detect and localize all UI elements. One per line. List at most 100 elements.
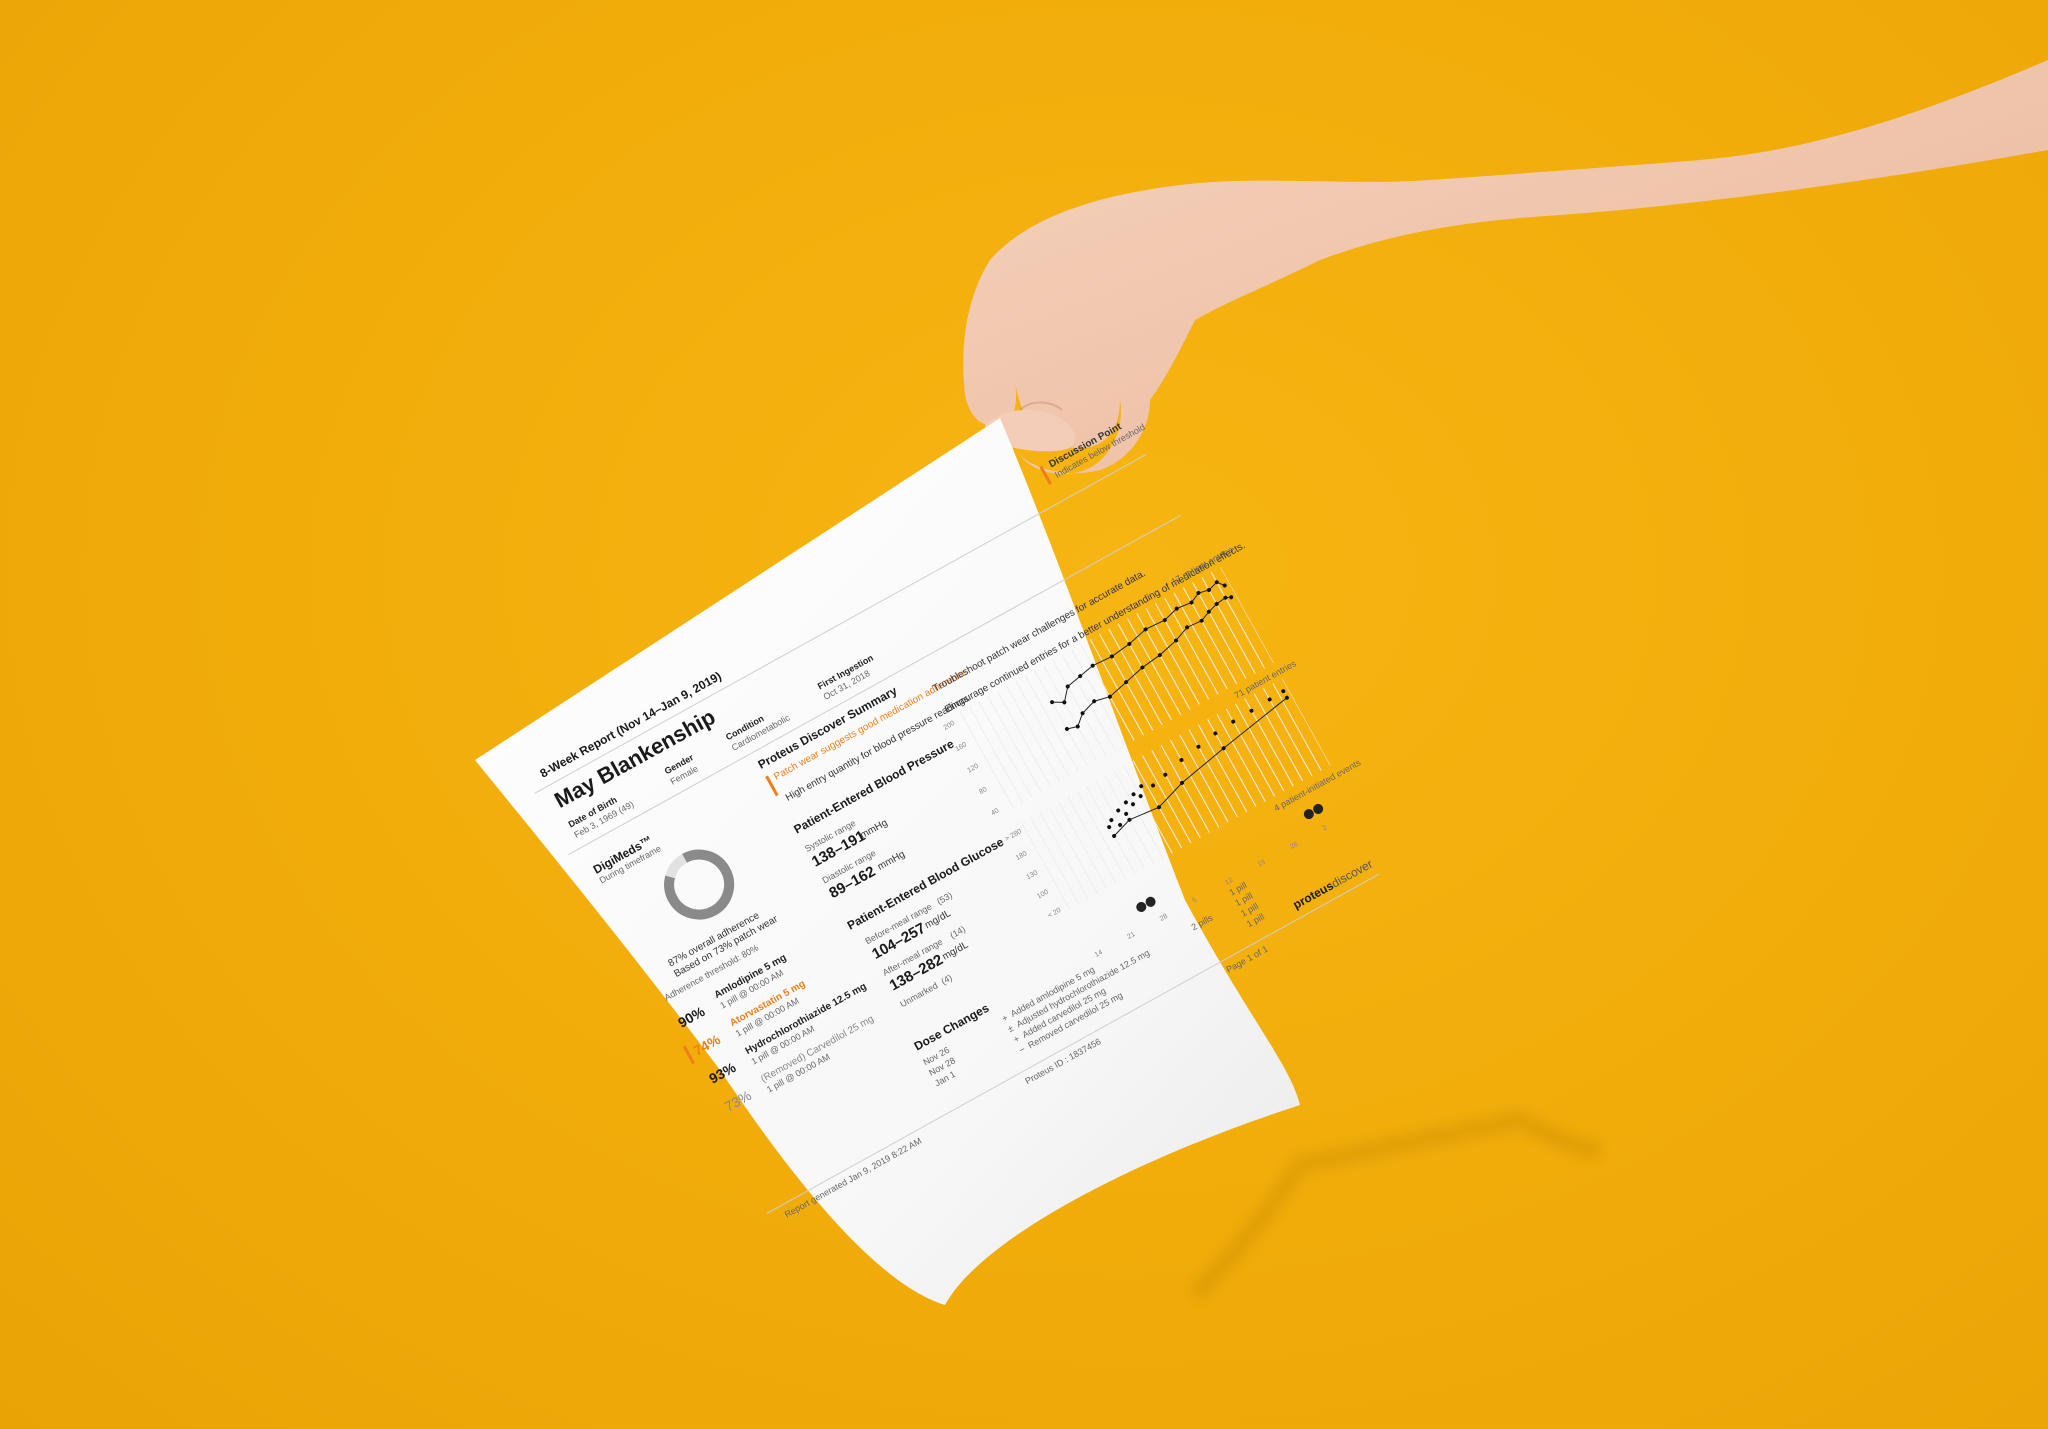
grid-line xyxy=(1145,607,1200,705)
data-point xyxy=(1131,792,1136,797)
grid-line xyxy=(1067,796,1117,885)
grid-line xyxy=(1160,744,1210,833)
grid-line xyxy=(1043,664,1098,762)
grid-line xyxy=(1126,618,1182,715)
data-point xyxy=(1131,802,1136,807)
grid-line xyxy=(1263,688,1313,777)
bg-tick: < 20 xyxy=(1047,907,1063,920)
data-point xyxy=(1062,700,1067,705)
data-point xyxy=(1249,708,1254,713)
bg-tick: > 280 xyxy=(1004,828,1023,843)
grid-line xyxy=(1132,760,1183,849)
event-axis-tick: 21 xyxy=(1126,931,1136,941)
grid-line xyxy=(1015,680,1070,777)
dose-changes-title: Dose Changes xyxy=(911,1000,992,1054)
grid-line xyxy=(996,690,1051,788)
grid-line xyxy=(1154,602,1210,700)
grid-line xyxy=(1253,693,1304,782)
grid-line xyxy=(1235,703,1285,792)
bg-tick: 130 xyxy=(1025,869,1039,881)
data-point xyxy=(1107,825,1112,830)
data-point xyxy=(1116,808,1121,813)
grid-line xyxy=(1030,817,1080,906)
grid-line xyxy=(978,700,1033,798)
bp-tick: 40 xyxy=(990,807,1000,817)
brand-light: discover xyxy=(1329,856,1375,891)
grid-line xyxy=(1071,649,1126,746)
grid-line xyxy=(1272,682,1322,771)
grid-line xyxy=(968,706,1023,803)
data-point xyxy=(1213,731,1218,736)
bg-tick: 100 xyxy=(1036,889,1050,901)
grid-line xyxy=(1039,811,1089,900)
systolic-unit: mmHg xyxy=(858,817,890,842)
event-axis-tick: 28 xyxy=(1159,913,1169,923)
grid-line xyxy=(1123,765,1173,854)
data-point xyxy=(1231,719,1236,724)
dose-symbol: ± xyxy=(1005,1023,1016,1035)
grid-line xyxy=(1216,713,1266,802)
data-point xyxy=(1267,697,1272,702)
grid-line xyxy=(1192,582,1247,679)
dose-symbol: + xyxy=(1011,1033,1022,1045)
medication-adherence: 73% xyxy=(721,1087,754,1115)
medication-adherence: 74% xyxy=(690,1031,723,1059)
bg-tick: 180 xyxy=(1015,850,1029,862)
grid-line xyxy=(1173,592,1228,690)
data-point xyxy=(1124,811,1129,816)
data-point xyxy=(1222,583,1227,588)
data-point xyxy=(1281,689,1286,694)
before-meal-count: (53) xyxy=(935,890,954,907)
dose-symbol: + xyxy=(1000,1012,1010,1024)
event-axis-tick: 2 xyxy=(1322,824,1329,832)
data-point xyxy=(1123,800,1128,805)
data-point xyxy=(1163,772,1168,777)
unmarked-count: (4) xyxy=(939,972,954,987)
grid-line xyxy=(1024,675,1079,772)
data-point xyxy=(1179,757,1184,762)
data-point xyxy=(1138,794,1143,799)
grid-line xyxy=(1005,685,1061,783)
diastolic-unit: mmHg xyxy=(875,848,907,873)
grid-line xyxy=(1220,566,1274,664)
medication-adherence: 93% xyxy=(706,1059,739,1087)
medication-adherence: 90% xyxy=(675,1003,708,1031)
data-point xyxy=(1075,724,1080,729)
data-point xyxy=(1139,784,1144,789)
data-point xyxy=(1050,700,1055,705)
data-point xyxy=(1109,818,1114,823)
data-point xyxy=(1229,595,1234,600)
bp-tick: 80 xyxy=(978,786,988,796)
event-axis-tick: 9 xyxy=(1354,806,1358,814)
grid-line xyxy=(1151,750,1201,838)
grid-line xyxy=(1076,791,1127,880)
discussion-point-marker xyxy=(1039,465,1052,485)
event-axis-tick: 14 xyxy=(1094,949,1104,959)
grid-line xyxy=(1086,786,1136,875)
brand-logo: proteusdiscover xyxy=(1291,857,1375,912)
data-point xyxy=(1064,726,1069,731)
bp-tick: 160 xyxy=(954,741,968,753)
grid-line xyxy=(1108,628,1163,726)
grid-line xyxy=(1058,801,1108,890)
data-point xyxy=(1151,783,1156,788)
grid-line xyxy=(987,695,1042,793)
grid-line xyxy=(1197,724,1248,813)
dose-symbol: − xyxy=(1017,1043,1027,1056)
event-axis-tick: 26 xyxy=(1289,841,1299,851)
grid-line xyxy=(1169,739,1220,828)
grid-line xyxy=(1033,669,1089,767)
dose-from: 2 pills xyxy=(1189,912,1215,933)
brand-bold: proteus xyxy=(1290,878,1336,912)
after-meal-count: (14) xyxy=(948,923,968,941)
grid-line xyxy=(1114,770,1164,859)
event-axis-tick: 5 xyxy=(1191,897,1198,905)
event-axis-tick: 19 xyxy=(1257,859,1267,869)
grid-line xyxy=(1117,623,1172,721)
data-point xyxy=(1118,822,1123,827)
grid-line xyxy=(1048,806,1099,895)
grid-line xyxy=(1089,638,1144,736)
bp-tick: 120 xyxy=(966,763,980,775)
data-point xyxy=(1196,744,1201,749)
report-paper: 8-Week Report (Nov 14–Jan 9, 2019) Discu… xyxy=(0,0,2048,1429)
